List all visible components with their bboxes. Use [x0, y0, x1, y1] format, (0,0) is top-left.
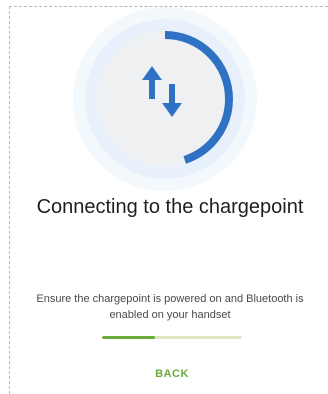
instruction-message: Ensure the chargepoint is powered on and… — [36, 293, 304, 321]
connection-progress-ring — [70, 4, 260, 194]
loading-bar — [102, 336, 242, 339]
connecting-screen: Connecting to the chargepoint Ensure the… — [0, 0, 328, 394]
dashed-frame-left — [9, 6, 10, 394]
page-title: Connecting to the chargepoint — [36, 196, 304, 218]
back-button[interactable]: BACK — [132, 364, 212, 384]
loading-bar-fill — [102, 336, 156, 339]
